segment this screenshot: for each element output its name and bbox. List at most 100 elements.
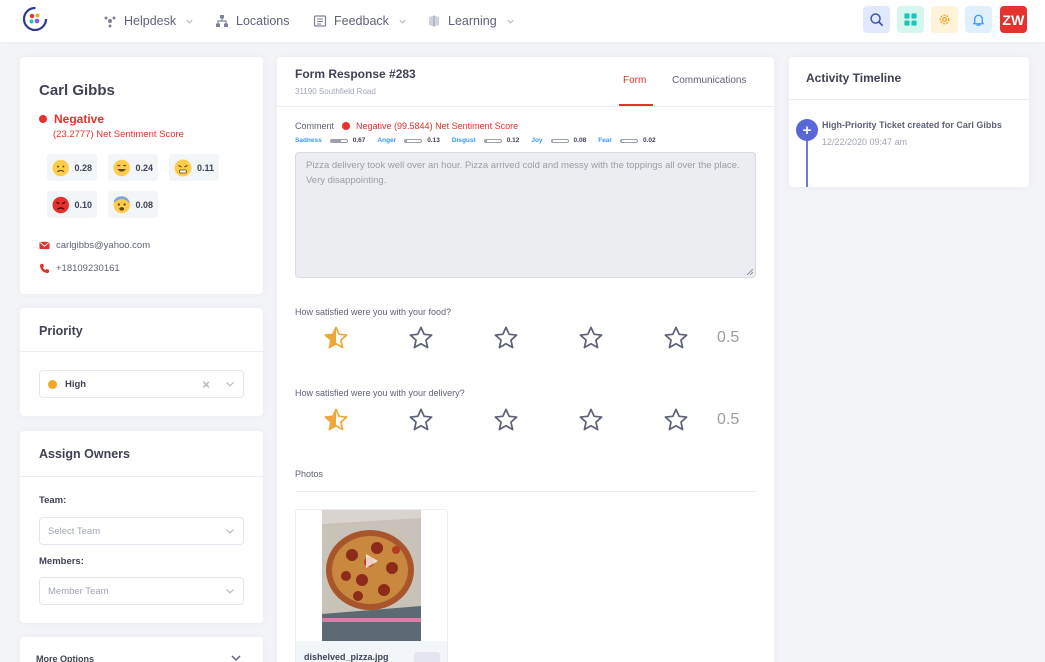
comment-label: Comment — [295, 121, 335, 131]
assign-owners-card: Assign Owners Team: Select Team Members:… — [20, 431, 263, 623]
chevron-down-icon — [186, 19, 193, 24]
star-icon[interactable] — [493, 325, 519, 351]
helpdesk-icon — [104, 16, 116, 28]
delivery-rating[interactable]: 0.5 — [323, 407, 739, 433]
star-icon[interactable] — [408, 325, 434, 351]
divider — [789, 99, 1029, 100]
priority-dot — [48, 379, 57, 389]
nav-helpdesk[interactable]: Helpdesk — [103, 0, 194, 42]
star-icon[interactable] — [663, 325, 689, 351]
emotion-value: 0.08 — [135, 199, 153, 210]
search-button[interactable] — [863, 6, 890, 33]
pizza-photo-thumbnail[interactable] — [322, 510, 421, 641]
activity-timeline-title: Activity Timeline — [806, 71, 902, 85]
customer-phone[interactable]: +18109230161 — [39, 263, 120, 274]
members-select[interactable]: Member Team — [39, 577, 244, 605]
emotion-bar — [619, 138, 638, 143]
email-icon — [39, 241, 50, 250]
team-placeholder: Select Team — [48, 525, 101, 537]
star-icon[interactable] — [578, 325, 604, 351]
emotion-value: 0.08 — [573, 137, 587, 144]
comment-textarea[interactable]: Pizza delivery took well over an hour. P… — [295, 152, 756, 278]
priority-value: High — [65, 378, 87, 390]
photo-action-button[interactable] — [414, 652, 440, 662]
team-label: Team: — [39, 495, 67, 506]
sitemap-icon — [216, 15, 228, 27]
learning-icon — [429, 15, 439, 27]
priority-card: Priority High × — [20, 308, 263, 416]
members-placeholder: Member Team — [48, 585, 109, 597]
team-select[interactable]: Select Team — [39, 517, 244, 545]
emotion-name: Disgust — [451, 137, 476, 144]
food-rating[interactable]: 0.5 — [323, 325, 739, 351]
apps-button[interactable] — [897, 6, 924, 33]
emotion-badge: 0.11 — [169, 154, 219, 181]
emotion-name: Anger — [377, 137, 397, 144]
priority-title: Priority — [39, 324, 83, 338]
resize-handle-icon[interactable] — [747, 269, 753, 275]
star-icon[interactable] — [408, 407, 434, 433]
star-icon[interactable] — [578, 407, 604, 433]
nav-locations-label: Locations — [236, 14, 290, 28]
chevron-down-icon — [399, 19, 406, 24]
star-icon[interactable] — [493, 407, 519, 433]
emotion-value: 0.10 — [74, 199, 92, 210]
sentiment-dot — [39, 115, 47, 123]
emotion-value: 0.28 — [74, 162, 92, 173]
priority-select[interactable]: High × — [39, 370, 244, 398]
timeline-item-time: 12/22/2020 09:47 am — [822, 137, 908, 147]
more-options-card[interactable]: More Options — [20, 637, 263, 662]
emotion-badge: 0.24 — [108, 154, 158, 181]
emotion-badge: 0.10 — [47, 191, 97, 218]
chevron-down-icon — [231, 655, 241, 662]
nav-learning-label: Learning — [448, 14, 497, 28]
emotion-badge: 0.28 — [47, 154, 97, 181]
nav-feedback-label: Feedback — [334, 14, 389, 28]
chevron-down-icon — [507, 19, 514, 24]
fear-face-icon — [113, 195, 130, 213]
comment-sentiment-row: Comment Negative (99.5844) Net Sentiment… — [295, 121, 518, 131]
app-logo-icon[interactable] — [22, 6, 48, 32]
form-response-address: 31190 Southfield Road — [295, 87, 376, 96]
nav-locations[interactable]: Locations — [215, 0, 290, 42]
nav-feedback[interactable]: Feedback — [313, 0, 407, 42]
members-label: Members: — [39, 556, 84, 567]
tab-communications[interactable]: Communications — [672, 75, 746, 86]
emotion-bar — [550, 138, 569, 143]
notifications-button[interactable] — [965, 6, 992, 33]
star-icon[interactable] — [323, 407, 349, 433]
emotion-name: Sadness — [295, 137, 322, 144]
email-text: carlgibbs@yahoo.com — [56, 240, 151, 251]
angry-face-icon — [52, 196, 69, 213]
star-icon[interactable] — [323, 325, 349, 351]
nav-learning[interactable]: Learning — [427, 0, 515, 42]
chevron-down-icon — [226, 529, 234, 534]
tab-form[interactable]: Form — [623, 75, 646, 86]
clear-selection-icon[interactable]: × — [202, 378, 210, 391]
settings-button[interactable] — [931, 6, 958, 33]
timeline-item-text: High-Priority Ticket created for Carl Gi… — [822, 120, 1002, 130]
photo-attachment[interactable]: dishelved_pizza.jpg — [295, 509, 448, 662]
emotion-name: Joy — [531, 137, 543, 144]
delivery-question: How satisfied were you with your deliver… — [295, 388, 465, 398]
apps-grid-icon — [904, 13, 917, 26]
customer-email[interactable]: carlgibbs@yahoo.com — [39, 240, 150, 251]
gear-icon — [939, 14, 950, 25]
emotion-bars: Sadness 0.67 Anger 0.13 Disgust 0.12 Joy… — [295, 137, 668, 144]
emotion-value: 0.24 — [135, 162, 153, 173]
user-avatar[interactable]: ZW — [1000, 6, 1027, 33]
net-sentiment-score: (23.2777) Net Sentiment Score — [53, 129, 184, 140]
sentiment-dot — [342, 122, 351, 130]
delivery-rating-value: 0.5 — [717, 411, 740, 428]
star-icon[interactable] — [663, 407, 689, 433]
chevron-down-icon — [226, 382, 234, 387]
customer-card: Carl Gibbs Negative (23.2777) Net Sentim… — [20, 57, 263, 294]
divider — [295, 491, 756, 492]
comment-text: Pizza delivery took well over an hour. P… — [306, 160, 740, 186]
sentiment-label: Negative — [54, 112, 105, 126]
sad-face-icon — [52, 159, 69, 176]
more-options-label: More Options — [36, 654, 94, 662]
form-response-title: Form Response #283 — [295, 67, 416, 81]
emotion-value: 0.11 — [196, 162, 214, 173]
chevron-down-icon — [226, 589, 234, 594]
